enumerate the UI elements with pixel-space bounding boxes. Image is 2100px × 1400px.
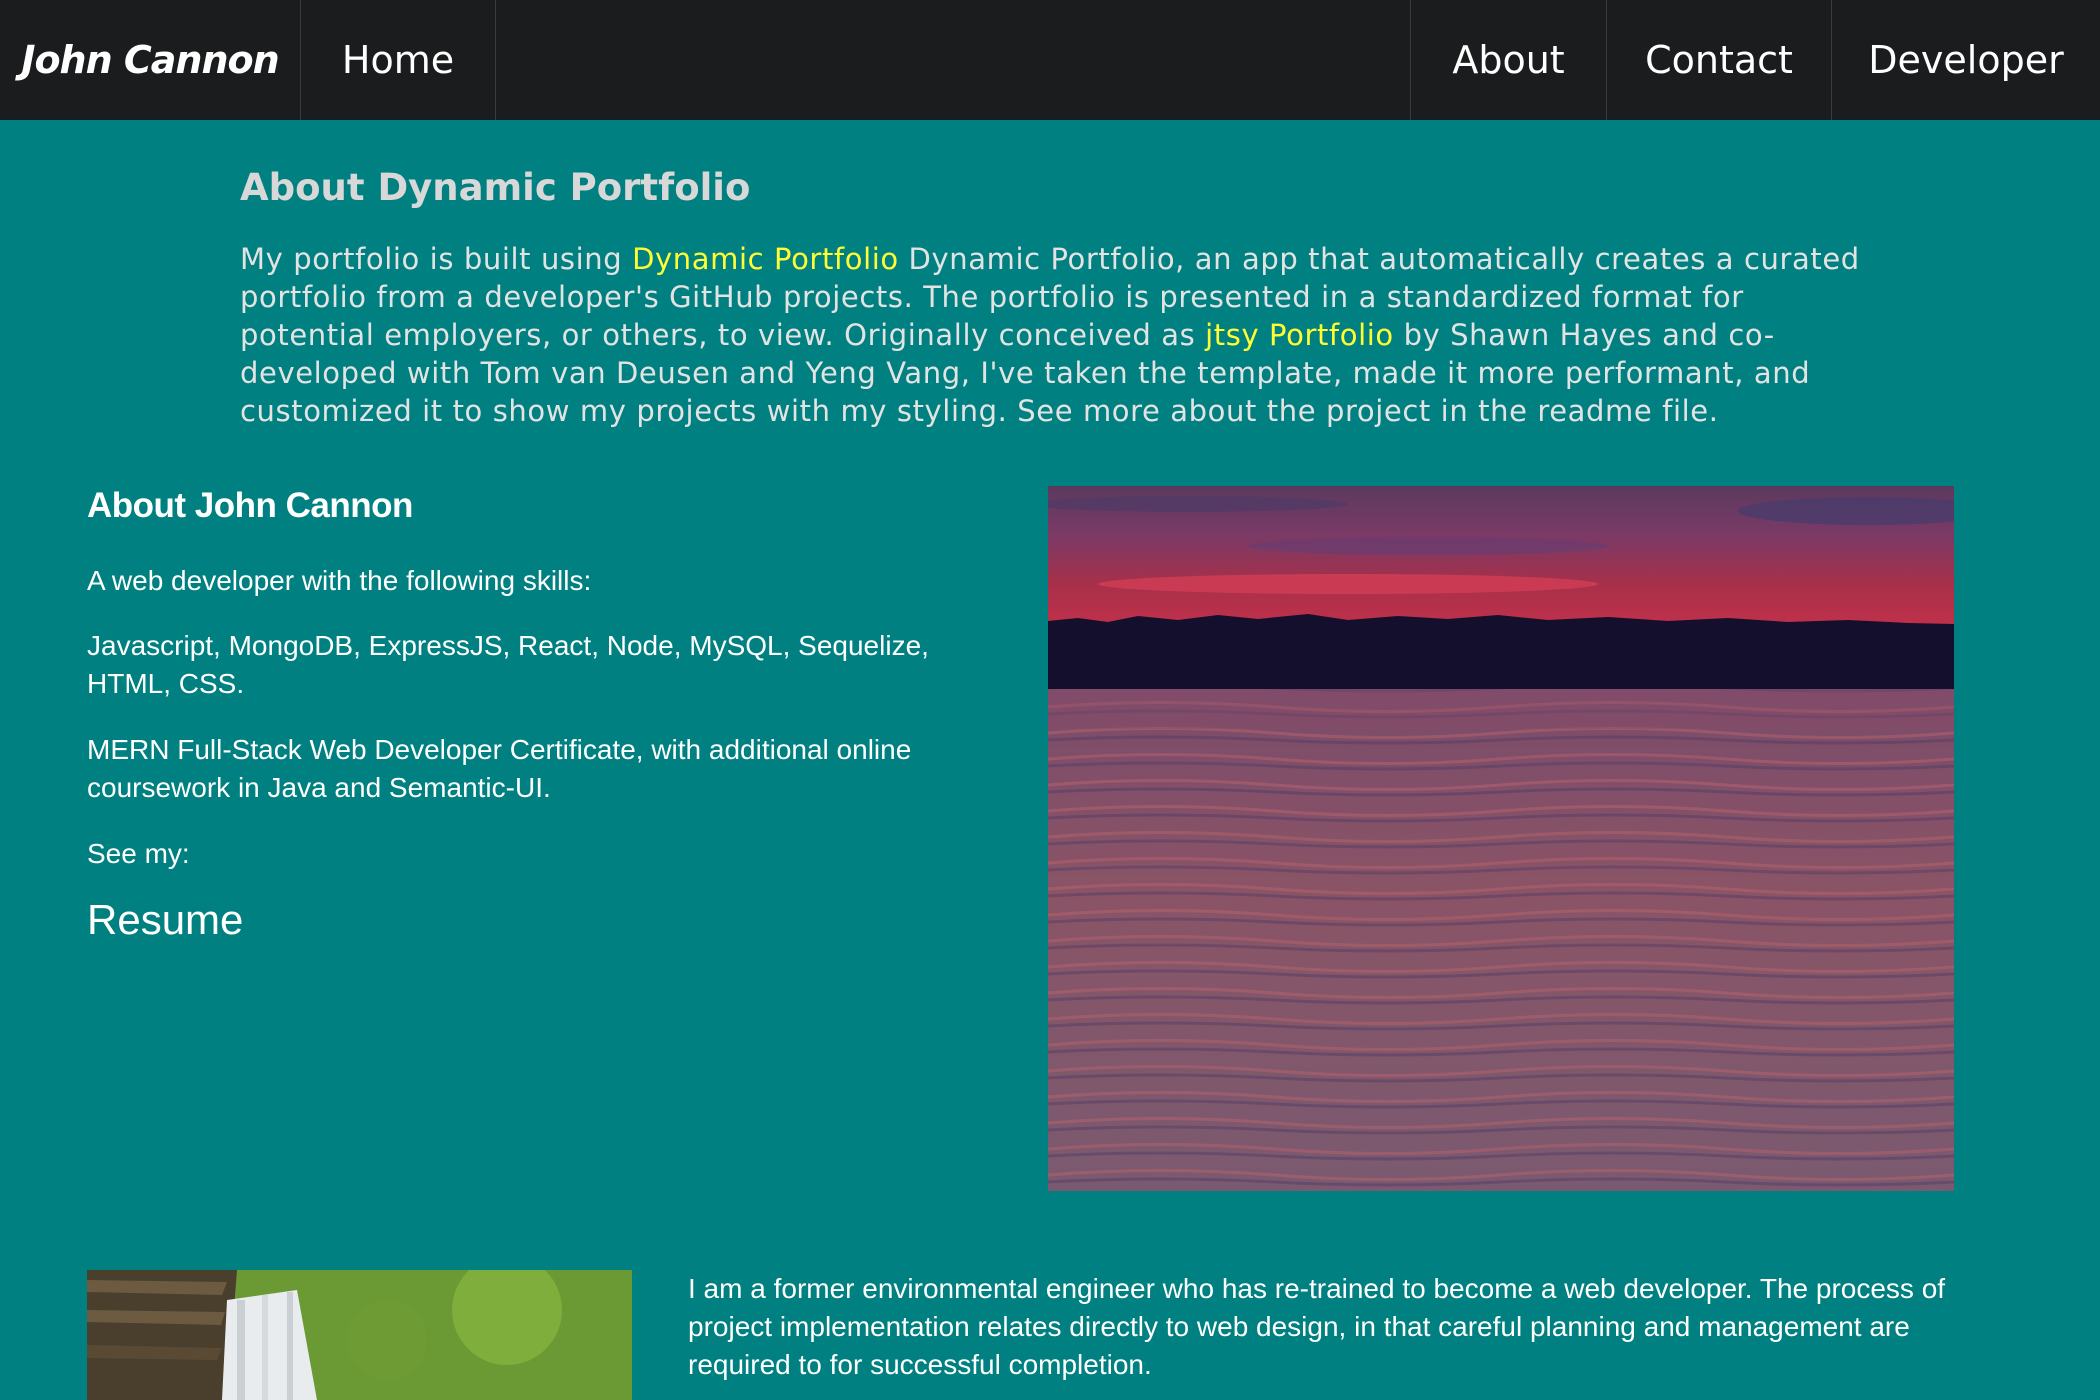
nav-brand[interactable]: John Cannon [0, 0, 301, 120]
bio-text: I am a former environmental engineer who… [688, 1273, 1946, 1380]
jtsy-portfolio-link[interactable]: jtsy Portfolio [1205, 318, 1394, 352]
nav-home[interactable]: Home [301, 0, 496, 120]
nav-contact[interactable]: Contact [1606, 0, 1831, 120]
sunset-lake-photo [1048, 486, 1954, 1191]
top-navbar: John Cannon Home About Contact Developer [0, 0, 2100, 120]
skills-list: Javascript, MongoDB, ExpressJS, React, N… [87, 630, 929, 699]
waterfall-photo [87, 1270, 632, 1400]
dp-text-1: My portfolio is built using [240, 242, 633, 276]
dynamic-portfolio-link[interactable]: Dynamic Portfolio [632, 242, 899, 276]
resume-link[interactable]: Resume [87, 896, 243, 944]
nav-developer[interactable]: Developer [1831, 0, 2100, 120]
dynamic-portfolio-heading: About Dynamic Portfolio [240, 166, 751, 209]
see-my-label: See my: [87, 838, 190, 869]
nav-about[interactable]: About [1410, 0, 1606, 120]
dynamic-portfolio-description: My portfolio is built using Dynamic Port… [240, 240, 1880, 430]
certificate-text: MERN Full-Stack Web Developer Certificat… [87, 734, 912, 803]
about-john-heading: About John Cannon [87, 486, 413, 525]
skills-intro: A web developer with the following skill… [87, 565, 592, 596]
